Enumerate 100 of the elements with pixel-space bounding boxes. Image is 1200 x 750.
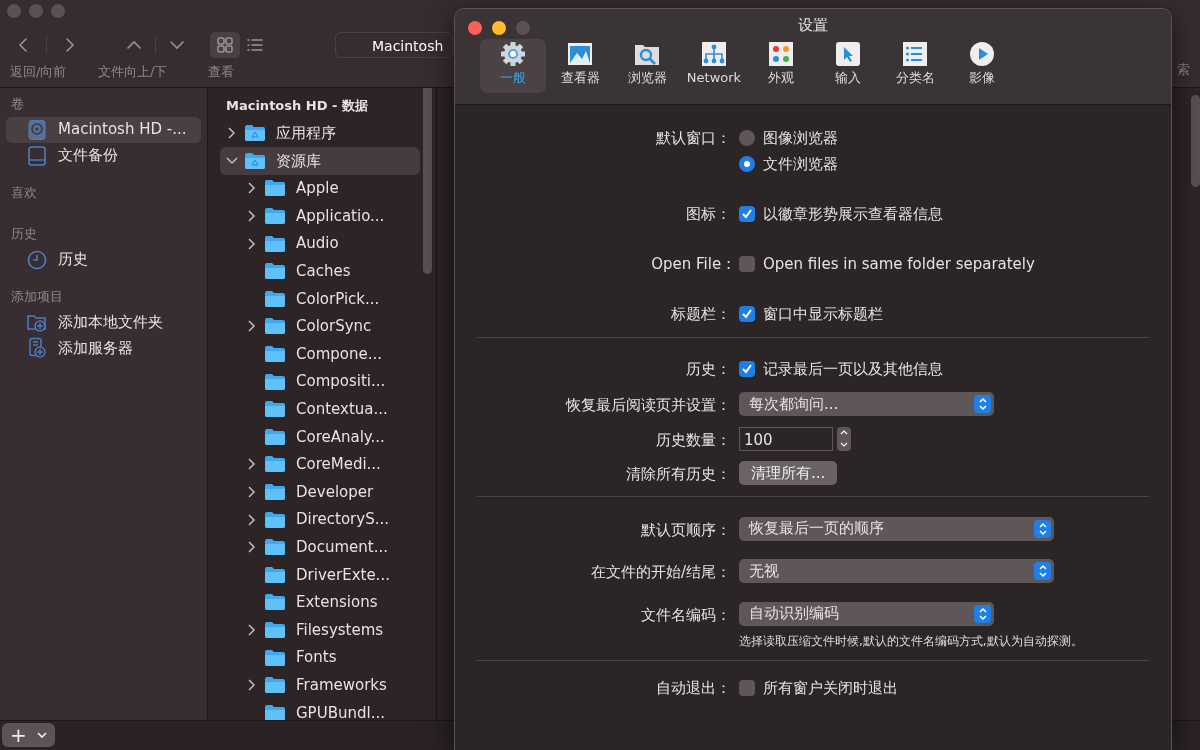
folder-icon bbox=[264, 538, 286, 557]
chevron-right-icon[interactable] bbox=[226, 127, 238, 140]
folder-row[interactable]: ColorPick... bbox=[220, 285, 420, 313]
checkbox[interactable] bbox=[739, 306, 755, 322]
folder-row[interactable]: Developer bbox=[220, 478, 420, 506]
radio-button[interactable] bbox=[739, 130, 755, 146]
settings-tab[interactable]: 分类名 bbox=[882, 38, 948, 93]
chevron-right-icon[interactable] bbox=[246, 210, 258, 223]
setting-label: 历史： bbox=[685, 359, 731, 380]
folder-icon bbox=[264, 345, 286, 364]
sidebar-item[interactable]: 历史 bbox=[6, 246, 201, 273]
folder-row[interactable]: CoreMedi... bbox=[220, 450, 420, 479]
chevron-right-icon[interactable] bbox=[246, 541, 258, 554]
window-title: 设置 bbox=[798, 15, 828, 36]
folder-row[interactable]: Contextua... bbox=[220, 395, 420, 424]
folder-row[interactable]: ColorSync bbox=[220, 312, 420, 341]
window-button[interactable] bbox=[492, 21, 506, 35]
grid-view-button[interactable] bbox=[210, 32, 240, 58]
select-dropdown[interactable]: 无视 bbox=[739, 559, 1054, 583]
sidebar-item[interactable]: 添加本地文件夹 bbox=[6, 309, 201, 335]
settings-tab[interactable]: 外观 bbox=[748, 38, 814, 93]
folder-row[interactable]: DriverExte... bbox=[220, 561, 420, 589]
folder-row[interactable]: Compositi... bbox=[220, 367, 420, 396]
folder-row[interactable]: CoreAnaly... bbox=[220, 423, 420, 451]
hint-text: 选择读取压缩文件时候,默认的文件名编码方式,默认为自动探测。 bbox=[739, 633, 1084, 650]
folder-row[interactable]: DirectoryS... bbox=[220, 505, 420, 534]
stepper[interactable] bbox=[837, 426, 851, 451]
folder-icon bbox=[264, 565, 286, 584]
chevron-right-icon[interactable] bbox=[246, 237, 258, 250]
chevron-right-icon[interactable] bbox=[246, 182, 258, 195]
select-dropdown[interactable]: 自动识别编码 bbox=[739, 601, 994, 626]
folder-row[interactable]: Frameworks bbox=[220, 671, 420, 699]
sidebar-heading: 卷 bbox=[10, 95, 25, 113]
setting-label: 默认页顺序： bbox=[640, 519, 731, 541]
settings-tab[interactable]: Network bbox=[681, 38, 747, 93]
setting-label: 默认窗口： bbox=[655, 128, 731, 149]
chevron-right-icon[interactable] bbox=[246, 513, 258, 526]
chevron-right-icon[interactable] bbox=[246, 486, 258, 498]
folder-icon bbox=[264, 483, 286, 501]
toolbar-label: 索 bbox=[1177, 61, 1190, 79]
toolbar-label: 查看 bbox=[208, 63, 235, 81]
sidebar-item[interactable]: Macintosh HD -... bbox=[6, 116, 201, 143]
folder-row[interactable]: Filesystems bbox=[220, 616, 420, 644]
pointer-icon bbox=[835, 40, 861, 67]
select-dropdown[interactable]: 每次都询问... bbox=[739, 392, 994, 416]
network-icon bbox=[701, 40, 727, 67]
chevron-right-icon[interactable] bbox=[246, 679, 258, 692]
settings-tab[interactable]: 影像 bbox=[949, 38, 1015, 93]
chevron-right-icon[interactable] bbox=[246, 624, 258, 636]
sidebar-item[interactable]: 添加服务器 bbox=[6, 335, 201, 361]
folder-row[interactable]: Document... bbox=[220, 533, 420, 561]
folder-icon bbox=[264, 510, 286, 529]
window-button[interactable] bbox=[468, 21, 482, 35]
updown-icon bbox=[976, 605, 989, 622]
list-icon[interactable] bbox=[246, 36, 264, 54]
folder-row[interactable]: 资源库 bbox=[220, 147, 420, 175]
chevron-right-icon[interactable] bbox=[246, 320, 258, 333]
updown-icon bbox=[976, 396, 989, 412]
settings-tab[interactable]: 一般 bbox=[480, 38, 546, 93]
checkbox[interactable] bbox=[739, 206, 755, 222]
clear-button[interactable]: 清理所有... bbox=[739, 461, 838, 485]
settings-tab[interactable]: 查看器 bbox=[547, 38, 613, 93]
scroll-thumb[interactable] bbox=[423, 88, 432, 274]
chevron-right-icon[interactable] bbox=[246, 458, 258, 471]
folder-row[interactable]: Fonts bbox=[220, 643, 420, 672]
sidebar-item[interactable]: 文件备份 bbox=[6, 142, 201, 169]
checkbox[interactable] bbox=[739, 680, 755, 696]
radio-button[interactable] bbox=[739, 156, 755, 172]
column-title: Macintosh HD - 数据 bbox=[226, 97, 369, 115]
folder-row[interactable]: Extensions bbox=[220, 588, 420, 617]
add-button[interactable]: + bbox=[2, 723, 55, 747]
checkbox-label: 记录最后一页以及其他信息 bbox=[763, 358, 943, 380]
clock-icon bbox=[26, 248, 48, 271]
folder-row[interactable]: Caches bbox=[220, 257, 420, 286]
settings-tab[interactable]: 输入 bbox=[815, 38, 881, 93]
updown-icon bbox=[1036, 520, 1049, 537]
folder-row[interactable]: Compone... bbox=[220, 340, 420, 368]
select-dropdown[interactable]: 恢复最后一页的顺序 bbox=[739, 516, 1054, 541]
path-field[interactable]: Macintosh bbox=[335, 32, 453, 58]
settings-tab[interactable]: 浏览器 bbox=[614, 38, 680, 93]
folder-icon bbox=[264, 372, 286, 391]
grid-icon[interactable] bbox=[216, 36, 234, 54]
checkbox[interactable] bbox=[739, 256, 755, 272]
chevron-down-icon[interactable] bbox=[226, 154, 238, 167]
folder-icon bbox=[264, 179, 286, 198]
chevron-up-icon[interactable] bbox=[840, 430, 848, 435]
folder-icon bbox=[264, 400, 286, 419]
number-field[interactable]: 100 bbox=[739, 426, 833, 451]
folder-row[interactable]: Apple bbox=[220, 174, 420, 203]
server-plus-icon bbox=[26, 337, 48, 359]
folder-row[interactable]: Applicatio... bbox=[220, 202, 420, 230]
folder-icon bbox=[264, 621, 286, 639]
scroll-thumb[interactable] bbox=[1191, 95, 1200, 187]
folder-row[interactable]: 应用程序 bbox=[220, 119, 420, 148]
checkbox[interactable] bbox=[739, 361, 755, 377]
caret-icon bbox=[36, 731, 47, 739]
setting-label: Open File : bbox=[650, 254, 731, 275]
folder-row[interactable]: Audio bbox=[220, 229, 420, 258]
folder-row[interactable]: GPUBundl... bbox=[220, 698, 420, 720]
chevron-down-icon[interactable] bbox=[840, 442, 848, 447]
